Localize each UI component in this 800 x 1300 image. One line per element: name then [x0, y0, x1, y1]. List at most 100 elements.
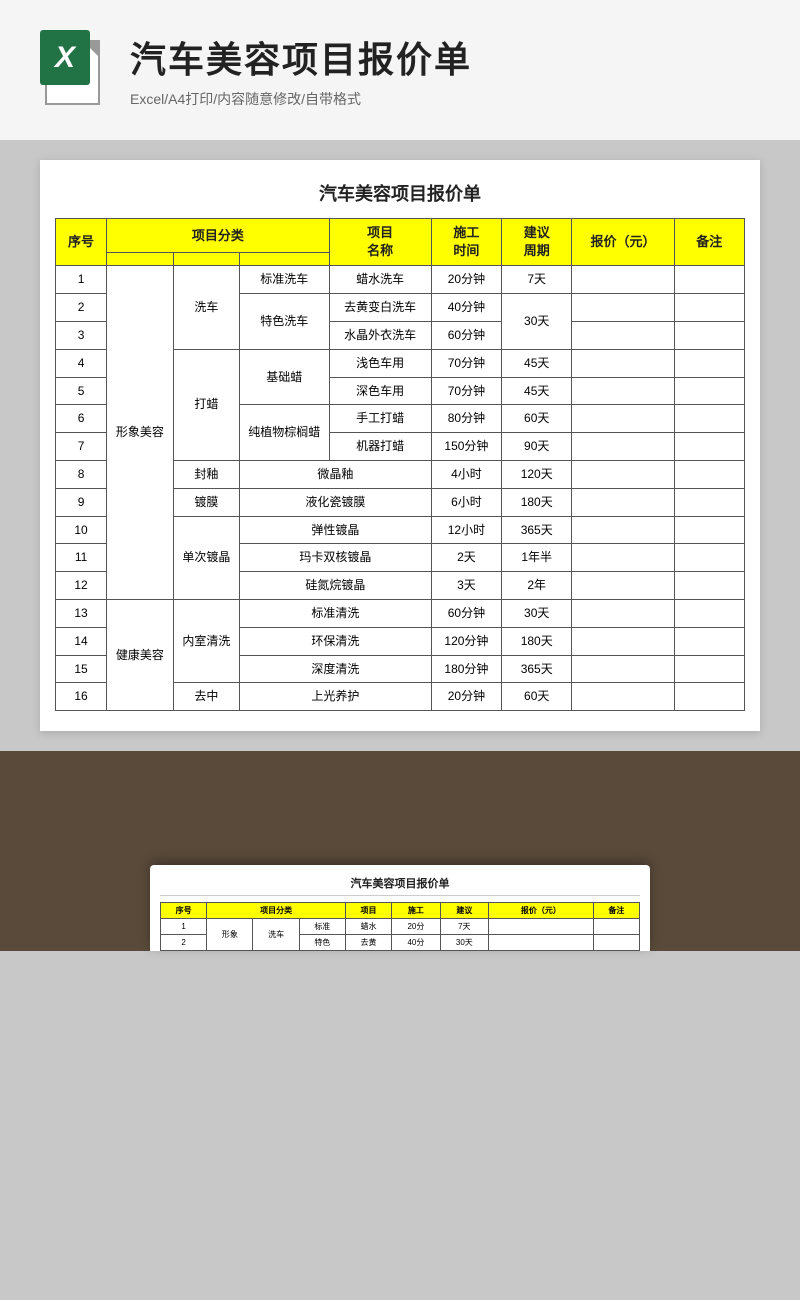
- cycle-9: 180天: [502, 488, 572, 516]
- name-2: 去黄变白洗车: [329, 294, 431, 322]
- price-16: [572, 683, 674, 711]
- cat3-15: 深度清洗: [240, 655, 432, 683]
- col-time-header: 施工 时间: [431, 219, 501, 266]
- time-15: 180分钟: [431, 655, 501, 683]
- seq-3: 3: [56, 321, 107, 349]
- col-cat1-sub: [107, 253, 173, 266]
- cycle-10: 365天: [502, 516, 572, 544]
- name-6: 手工打蜡: [329, 405, 431, 433]
- seq-10: 10: [56, 516, 107, 544]
- main-document: 汽车美容项目报价单 序号 项目分类 项目 名称 施工 时间 建议 周期 报价（元…: [40, 160, 760, 731]
- preview-table: 序号 项目分类 项目 施工 建议 报价（元） 备注 1 形象 洗车 标准 蜡水 …: [160, 902, 640, 952]
- time-14: 120分钟: [431, 627, 501, 655]
- price-9: [572, 488, 674, 516]
- price-15: [572, 655, 674, 683]
- seq-16: 16: [56, 683, 107, 711]
- time-4: 70分钟: [431, 349, 501, 377]
- cat2-16: 去中: [173, 683, 239, 711]
- note-4: [674, 349, 744, 377]
- cycle-2: 30天: [502, 294, 572, 350]
- col-cat3-sub: [240, 253, 329, 266]
- seq-13: 13: [56, 599, 107, 627]
- page-subtitle: Excel/A4打印/内容随意修改/自带格式: [130, 89, 472, 109]
- cat3-4: 基础蜡: [240, 349, 329, 405]
- cat1-13: 健康美容: [107, 599, 173, 710]
- seq-11: 11: [56, 544, 107, 572]
- col-itemname-header: 项目 名称: [329, 219, 431, 266]
- cat3-1: 标准洗车: [240, 266, 329, 294]
- cycle-12: 2年: [502, 572, 572, 600]
- note-1: [674, 266, 744, 294]
- cycle-16: 60天: [502, 683, 572, 711]
- cat3-9: 液化瓷镀膜: [240, 488, 432, 516]
- note-2: [674, 294, 744, 322]
- price-8: [572, 460, 674, 488]
- seq-12: 12: [56, 572, 107, 600]
- time-3: 60分钟: [431, 321, 501, 349]
- prev-col-time: 施工: [392, 902, 440, 918]
- seq-5: 5: [56, 377, 107, 405]
- cat2-9: 镀膜: [173, 488, 239, 516]
- price-13: [572, 599, 674, 627]
- cat2-10: 单次镀晶: [173, 516, 239, 599]
- prev-col-item: 项目: [345, 902, 391, 918]
- time-12: 3天: [431, 572, 501, 600]
- name-7: 机器打蜡: [329, 433, 431, 461]
- cat2-1: 洗车: [173, 266, 239, 349]
- cat2-4: 打蜡: [173, 349, 239, 460]
- seq-2: 2: [56, 294, 107, 322]
- note-10: [674, 516, 744, 544]
- note-13: [674, 599, 744, 627]
- page-title: 汽车美容项目报价单: [130, 31, 472, 83]
- name-5: 深色车用: [329, 377, 431, 405]
- table-row: 13 健康美容 内室清洗 标准清洗 60分钟 30天: [56, 599, 745, 627]
- prev-col-note: 备注: [593, 902, 639, 918]
- price-10: [572, 516, 674, 544]
- doc-title: 汽车美容项目报价单: [55, 180, 745, 206]
- cycle-6: 60天: [502, 405, 572, 433]
- preview-doc-title: 汽车美容项目报价单: [160, 875, 640, 896]
- cycle-13: 30天: [502, 599, 572, 627]
- price-1: [572, 266, 674, 294]
- cat3-6: 纯植物棕榈蜡: [240, 405, 329, 461]
- cat3-16: 上光养护: [240, 683, 432, 711]
- preview-card: 汽车美容项目报价单 序号 项目分类 项目 施工 建议 报价（元） 备注 1 形象…: [150, 865, 650, 952]
- note-9: [674, 488, 744, 516]
- time-6: 80分钟: [431, 405, 501, 433]
- cat3-2: 特色洗车: [240, 294, 329, 350]
- seq-15: 15: [56, 655, 107, 683]
- time-1: 20分钟: [431, 266, 501, 294]
- excel-icon: X: [40, 30, 110, 110]
- prev-col-seq: 序号: [161, 902, 207, 918]
- price-7: [572, 433, 674, 461]
- time-8: 4小时: [431, 460, 501, 488]
- prev-col-cycle: 建议: [440, 902, 488, 918]
- name-3: 水晶外衣洗车: [329, 321, 431, 349]
- col-category-header: 项目分类: [107, 219, 329, 253]
- note-11: [674, 544, 744, 572]
- cycle-1: 7天: [502, 266, 572, 294]
- price-12: [572, 572, 674, 600]
- note-15: [674, 655, 744, 683]
- time-9: 6小时: [431, 488, 501, 516]
- name-1: 蜡水洗车: [329, 266, 431, 294]
- col-note-header: 备注: [674, 219, 744, 266]
- cycle-5: 45天: [502, 377, 572, 405]
- prev-col-price: 报价（元）: [489, 902, 594, 918]
- cat2-8: 封釉: [173, 460, 239, 488]
- price-5: [572, 377, 674, 405]
- time-11: 2天: [431, 544, 501, 572]
- seq-8: 8: [56, 460, 107, 488]
- time-13: 60分钟: [431, 599, 501, 627]
- price-3: [572, 321, 674, 349]
- note-6: [674, 405, 744, 433]
- seq-14: 14: [56, 627, 107, 655]
- note-14: [674, 627, 744, 655]
- price-11: [572, 544, 674, 572]
- seq-9: 9: [56, 488, 107, 516]
- cat2-13: 内室清洗: [173, 599, 239, 682]
- pricing-table: 序号 项目分类 项目 名称 施工 时间 建议 周期 报价（元） 备注 1 形象美…: [55, 218, 745, 711]
- prev-col-cat: 项目分类: [207, 902, 346, 918]
- price-2: [572, 294, 674, 322]
- cycle-4: 45天: [502, 349, 572, 377]
